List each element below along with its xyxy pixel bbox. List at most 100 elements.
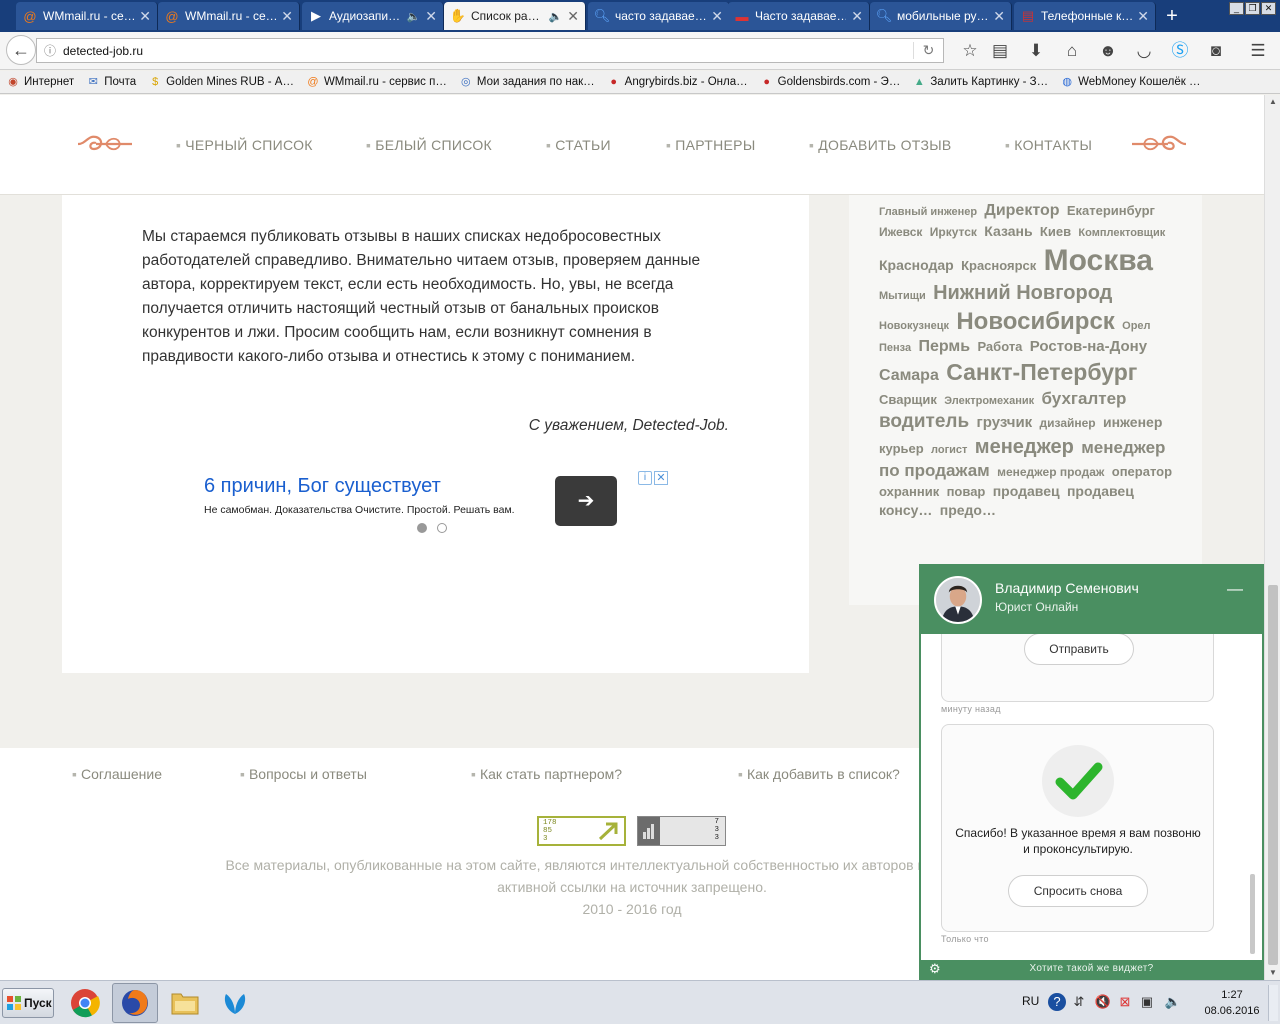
menu-icon[interactable]: ☰ — [1248, 41, 1268, 61]
url-text[interactable]: detected-job.ru — [63, 44, 913, 58]
tag-link[interactable]: дизайнер — [1040, 416, 1096, 430]
nav-item[interactable]: ▪ ПАРТНЕРЫ — [666, 137, 756, 153]
tag-link[interactable]: охранник — [879, 484, 939, 499]
footer-link[interactable]: ▪ Вопросы и ответы — [240, 766, 367, 782]
browser-tab[interactable]: 🔍︎ часто задавае… ✕ — [588, 2, 730, 30]
nav-item[interactable]: ▪ ДОБАВИТЬ ОТЗЫВ — [809, 137, 952, 153]
tag-link[interactable]: Москва — [1044, 244, 1153, 277]
browser-tab[interactable]: @ WMmail.ru - се… ✕ — [16, 2, 158, 30]
tag-link[interactable]: оператор — [1112, 464, 1172, 479]
close-tab-icon[interactable]: ✕ — [993, 8, 1005, 25]
ad-info-icon[interactable]: i — [638, 471, 652, 485]
tag-link[interactable]: Ростов-на-Дону — [1030, 338, 1147, 355]
browser-tab[interactable]: ▶ Аудиозапи… 🔈 ✕ — [302, 2, 444, 30]
bookmark-item[interactable]: ◉ Интернет — [6, 75, 74, 89]
tag-link[interactable]: курьер — [879, 441, 924, 456]
footer-link[interactable]: ▪ Как добавить в список? — [738, 766, 900, 782]
tag-link[interactable]: Электромеханик — [944, 395, 1034, 407]
tag-link[interactable]: предо… — [940, 502, 996, 518]
footer-link[interactable]: ▪ Как стать партнером? — [471, 766, 622, 782]
tag-link[interactable]: Красноярск — [961, 258, 1036, 273]
chat-footer[interactable]: Хотите такой же виджет? ⚙ — [921, 960, 1262, 978]
bookmark-item[interactable]: ◎ Мои задания по нак… — [459, 75, 595, 89]
tag-link[interactable]: Киев — [1040, 224, 1071, 239]
browser-tab[interactable]: @ WMmail.ru - се… ✕ — [158, 2, 300, 30]
nav-item[interactable]: ▪ БЕЛЫЙ СПИСОК — [366, 137, 492, 153]
clock-date[interactable]: 08.06.2016 — [1200, 1005, 1264, 1017]
ad-banner[interactable]: 6 причин, Бог существует Не самобман. До… — [200, 471, 670, 533]
tag-link[interactable]: менеджер продаж — [997, 465, 1104, 479]
arrow-right-icon[interactable]: ➔ — [555, 476, 617, 526]
bookmark-item[interactable]: ● Goldensbirds.com - Э… — [760, 75, 900, 89]
close-tab-icon[interactable]: ✕ — [281, 8, 293, 25]
tag-link[interactable]: Пенза — [879, 342, 911, 354]
bookmark-star-icon[interactable]: ☆ — [960, 41, 980, 61]
tag-link[interactable]: Новокузнецк — [879, 320, 949, 332]
minimize-window-button[interactable]: _ — [1229, 2, 1244, 15]
tag-link[interactable]: Санкт-Петербург — [946, 359, 1137, 385]
close-tab-icon[interactable]: ✕ — [425, 8, 437, 25]
footer-link[interactable]: ▪ Соглашение — [72, 766, 162, 782]
home-icon[interactable]: ⌂ — [1062, 41, 1082, 61]
tag-link[interactable]: бухгалтер — [1042, 389, 1127, 408]
tray-expand-icon[interactable]: ⇵ — [1070, 993, 1088, 1011]
downloads-icon[interactable]: ⬇ — [1026, 41, 1046, 61]
tag-link[interactable]: продавец — [993, 483, 1060, 499]
help-icon[interactable]: ? — [1048, 993, 1066, 1011]
visit-counter[interactable]: 178 85 3 — [537, 816, 626, 846]
tag-link[interactable]: Екатеринбург — [1067, 203, 1155, 218]
speaker-icon[interactable]: 🔈 — [549, 10, 563, 23]
bookmark-item[interactable]: ● Angrybirds.biz - Онла… — [607, 75, 747, 89]
close-window-button[interactable]: ✕ — [1261, 2, 1276, 15]
tag-link[interactable]: Комплектовщик — [1078, 227, 1165, 239]
carousel-dot[interactable] — [437, 523, 447, 533]
chrome-taskbar-button[interactable] — [62, 983, 108, 1023]
new-tab-button[interactable]: + — [1160, 4, 1184, 28]
network-icon[interactable]: ▣ — [1138, 993, 1156, 1011]
explorer-taskbar-button[interactable] — [162, 983, 208, 1023]
widget-promo-link[interactable]: Хотите такой же виджет? — [921, 960, 1262, 978]
close-tab-icon[interactable]: ✕ — [711, 8, 723, 25]
volume-muted-icon[interactable]: 🔇 — [1094, 993, 1112, 1011]
browser-tab[interactable]: ▬ Часто задавае… ✕ — [728, 2, 870, 30]
tag-link[interactable]: логист — [931, 444, 967, 456]
pocket-icon[interactable]: ◡ — [1134, 41, 1154, 61]
reading-list-icon[interactable]: ▤ — [990, 41, 1010, 61]
minimize-icon[interactable]: — — [1227, 582, 1243, 598]
bookmark-item[interactable]: @ WMmail.ru - сервис п… — [306, 75, 447, 89]
firefox-taskbar-button[interactable] — [112, 983, 158, 1023]
nav-item[interactable]: ▪ ЧЕРНЫЙ СПИСОК — [176, 137, 313, 153]
tag-link[interactable]: Пермь — [918, 338, 970, 355]
close-tab-icon[interactable]: ✕ — [1137, 8, 1149, 25]
browser-tab[interactable]: 🔍︎ мобильные ру… ✕ — [870, 2, 1012, 30]
tag-link[interactable]: Иркутск — [930, 225, 977, 239]
tag-link[interactable]: повар — [947, 484, 986, 499]
close-tab-icon[interactable]: ✕ — [139, 8, 151, 25]
skype-icon[interactable]: Ⓢ — [1170, 41, 1190, 61]
scroll-down-icon[interactable]: ▼ — [1265, 966, 1280, 980]
nav-item[interactable]: ▪ КОНТАКТЫ — [1005, 137, 1092, 153]
ask-again-button[interactable]: Спросить снова — [1008, 875, 1148, 907]
close-tab-icon[interactable]: ✕ — [567, 8, 579, 25]
tag-link[interactable]: Новосибирск — [956, 308, 1114, 335]
site-info-icon[interactable]: ⓘ — [37, 42, 63, 59]
tag-link[interactable]: Главный инженер — [879, 206, 977, 218]
tag-link[interactable]: Ижевск — [879, 225, 922, 239]
tag-link[interactable]: инженер — [1103, 414, 1162, 430]
show-desktop-button[interactable] — [1268, 985, 1278, 1021]
back-button[interactable]: ← — [6, 35, 36, 65]
ad-title[interactable]: 6 причин, Бог существует — [204, 475, 441, 498]
chat-icon[interactable]: ☻ — [1098, 41, 1118, 61]
chat-scroll-thumb[interactable] — [1250, 874, 1255, 954]
tag-link[interactable]: водитель — [879, 411, 969, 432]
language-indicator[interactable]: RU — [1022, 994, 1039, 1008]
start-button[interactable]: Пуск — [2, 988, 54, 1018]
stats-counter[interactable]: 7 3 3 — [637, 816, 726, 846]
tag-link[interactable]: менеджер — [975, 436, 1074, 458]
network-error-icon[interactable]: ⊠ — [1116, 993, 1134, 1011]
gear-icon[interactable]: ⚙ — [929, 960, 941, 978]
scroll-up-icon[interactable]: ▲ — [1265, 95, 1280, 109]
browser-tab[interactable]: ▤ Телефонные к… ✕ — [1014, 2, 1156, 30]
address-bar[interactable]: ⓘ detected-job.ru ↻ — [36, 38, 944, 63]
tag-link[interactable]: Орел — [1122, 320, 1150, 332]
